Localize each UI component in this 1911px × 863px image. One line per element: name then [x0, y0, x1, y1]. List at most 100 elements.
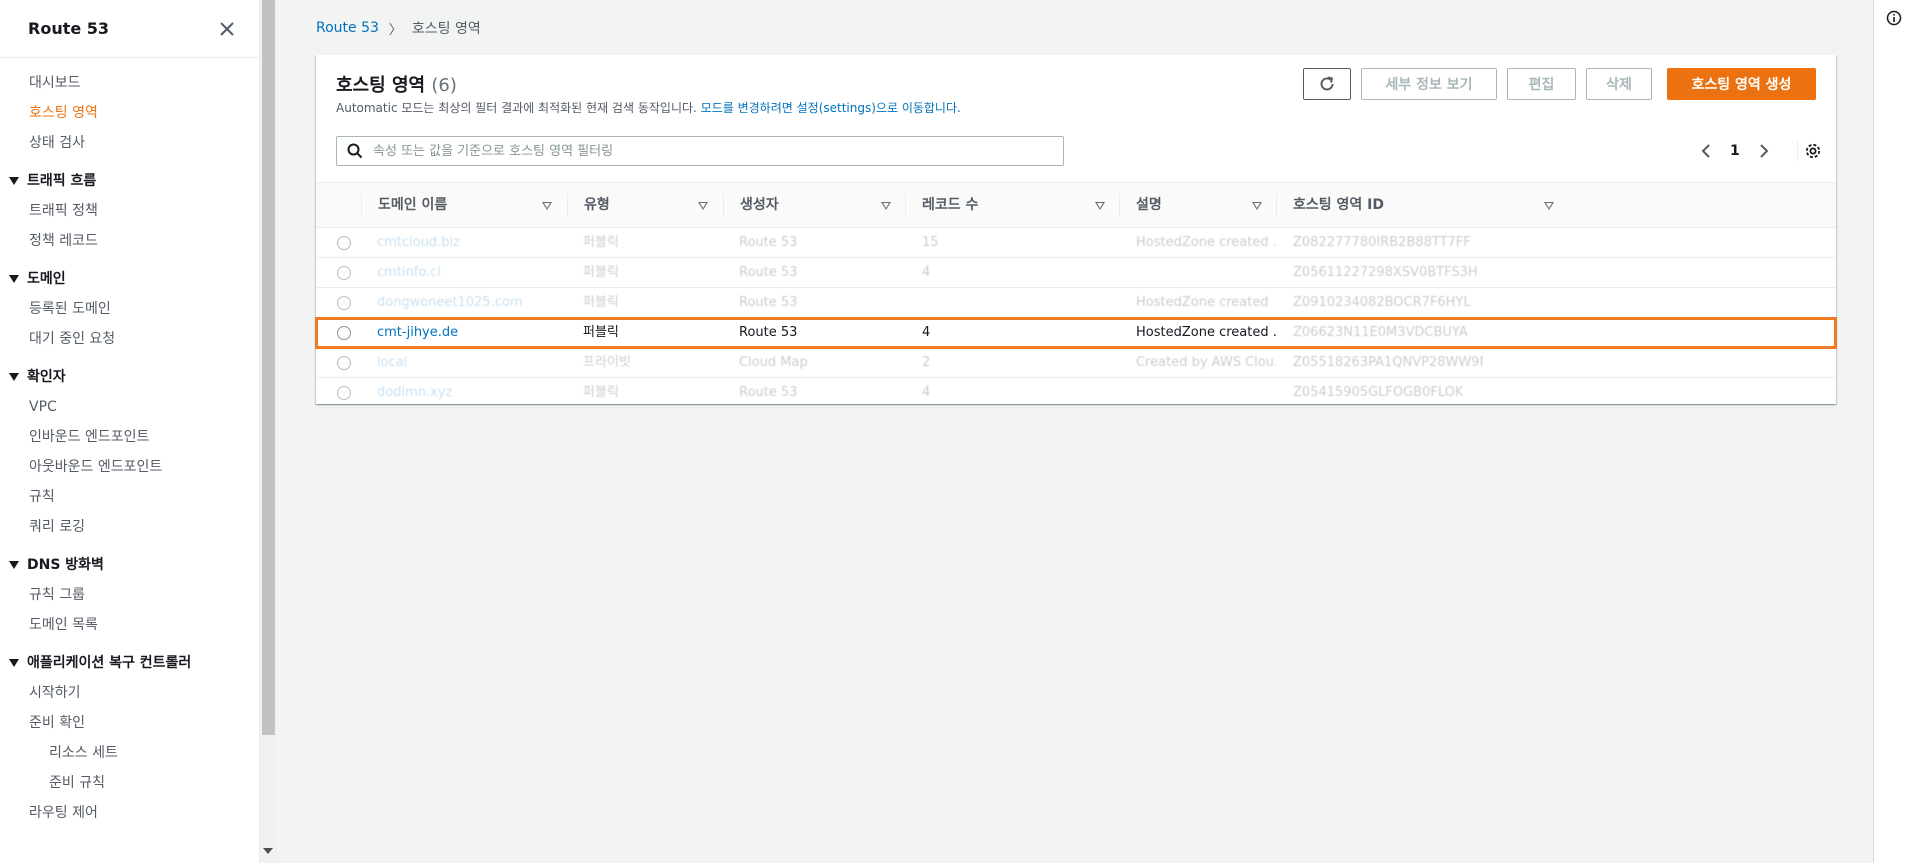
- sidebar-item-20[interactable]: 준비 확인: [0, 708, 259, 738]
- sidebar-section-label: 확인자: [27, 369, 66, 385]
- column-header-0[interactable]: 도메인 이름: [378, 183, 447, 227]
- row-radio-button[interactable]: [337, 386, 351, 400]
- sidebar-item-8[interactable]: 대기 중인 요청: [0, 324, 259, 354]
- sidebar-section-label: 트래픽 흐름: [27, 173, 97, 189]
- panel-title-text: 호스팅 영역: [336, 75, 426, 96]
- table-cell-records: 4: [922, 385, 931, 400]
- table-row[interactable]: dongwoneet1025.com 퍼블릭 Route 53 HostedZone …: [316, 288, 1836, 318]
- caret-down-icon: [9, 275, 19, 283]
- sidebar-nav-list: 대시보드 호스팅 영역 상태 검사트래픽 흐름트래픽 정책 정책 레코드도메인 등록된 …: [0, 58, 259, 828]
- sidebar-item-23[interactable]: 라우팅 제어: [0, 798, 259, 828]
- table-row[interactable]: cmtinfo.cl 퍼블릭 Route 53 4 Z05611227298XSV0BT…: [316, 258, 1836, 288]
- sort-icon[interactable]: [881, 202, 891, 210]
- row-radio-button[interactable]: [337, 326, 351, 340]
- table-row[interactable]: cmtcloud.biz 퍼블릭 Route 53 15 HostedZone crea…: [316, 228, 1836, 258]
- sidebar-item-22[interactable]: 준비 규칙: [0, 768, 259, 798]
- table-row[interactable]: dodimn.xyz 퍼블릭 Route 53 4 Z05415905GLFOGB0FL…: [316, 378, 1836, 408]
- scroll-down-arrow-icon[interactable]: [263, 848, 273, 854]
- domain-link[interactable]: cmt-jihye.de: [377, 318, 567, 348]
- filter-search-box[interactable]: [336, 136, 1064, 166]
- create-hosted-zone-button[interactable]: 호스팅 영역 생성: [1667, 68, 1816, 100]
- table-row[interactable]: cmt-jihye.de 퍼블릭 Route 53 4 HostedZone creat…: [315, 317, 1837, 349]
- table-row[interactable]: local 프라이빗 Cloud Map 2 Created by AWS Clou..…: [316, 348, 1836, 378]
- domain-link[interactable]: cmtinfo.cl: [377, 258, 567, 288]
- gear-icon[interactable]: [1804, 142, 1822, 160]
- sidebar-item-12[interactable]: 아웃바운드 엔드포인트: [0, 452, 259, 482]
- column-divider[interactable]: [361, 193, 362, 217]
- caret-down-icon: [9, 659, 19, 667]
- domain-link[interactable]: dodimn.xyz: [377, 378, 567, 408]
- domain-link[interactable]: dongwoneet1025.com: [377, 288, 567, 318]
- pagination-divider: [1797, 141, 1798, 161]
- sidebar-section-6[interactable]: 도메인: [0, 264, 259, 294]
- caret-down-icon: [9, 561, 19, 569]
- table-cell-zone-id: Z05415905GLFOGB0FLOK: [1293, 385, 1464, 400]
- info-icon[interactable]: [1886, 10, 1902, 26]
- sidebar-item-2[interactable]: 상태 검사: [0, 128, 259, 158]
- breadcrumb-route53-link[interactable]: Route 53: [316, 20, 379, 36]
- sort-icon[interactable]: [1252, 202, 1262, 210]
- sort-icon[interactable]: [1095, 202, 1105, 210]
- settings-mode-link[interactable]: 모드를 변경하려면 설정(settings)으로 이동합니다.: [701, 101, 961, 115]
- help-panel-rail: [1873, 0, 1911, 863]
- caret-down-icon: [9, 177, 19, 185]
- sidebar-item-5[interactable]: 정책 레코드: [0, 226, 259, 256]
- side-navigation: Route 53 대시보드 호스팅 영역 상태 검사트래픽 흐름트래픽 정책 정책 레…: [0, 0, 260, 863]
- sort-icon[interactable]: [1544, 202, 1554, 210]
- refresh-icon: [1320, 76, 1334, 91]
- table-cell-created-by: Cloud Map: [739, 355, 808, 370]
- sidebar-section-15[interactable]: DNS 방화벽: [0, 550, 259, 580]
- sidebar-item-13[interactable]: 규칙: [0, 482, 259, 512]
- view-details-button[interactable]: 세부 정보 보기: [1361, 68, 1497, 100]
- column-header-3[interactable]: 레코드 수: [922, 183, 978, 227]
- row-radio-button[interactable]: [337, 236, 351, 250]
- sidebar-item-10[interactable]: VPC: [0, 392, 259, 422]
- search-input[interactable]: [373, 143, 1053, 159]
- column-divider[interactable]: [567, 193, 568, 217]
- edit-button[interactable]: 편집: [1507, 68, 1576, 100]
- refresh-button[interactable]: [1303, 68, 1351, 100]
- sidebar-item-4[interactable]: 트래픽 정책: [0, 196, 259, 226]
- panel-description-text: Automatic 모드는 최상의 필터 결과에 최적화된 현재 검색 동작입니…: [336, 101, 697, 115]
- breadcrumb-separator-icon: 〉: [388, 22, 402, 38]
- sidebar-item-0[interactable]: 대시보드: [0, 68, 259, 98]
- column-divider[interactable]: [1276, 193, 1277, 217]
- page-number-1[interactable]: 1: [1730, 143, 1740, 159]
- sidebar-section-18[interactable]: 애플리케이션 복구 컨트롤러: [0, 648, 259, 678]
- row-radio-button[interactable]: [337, 266, 351, 280]
- row-radio-button[interactable]: [337, 296, 351, 310]
- table-cell-zone-id: Z05518263PA1QNVP28WW9P: [1293, 355, 1483, 370]
- column-divider[interactable]: [1119, 193, 1120, 217]
- sidebar-section-9[interactable]: 확인자: [0, 362, 259, 392]
- column-divider[interactable]: [723, 193, 724, 217]
- sidebar-item-1[interactable]: 호스팅 영역: [0, 98, 259, 128]
- sidebar-scrollbar-thumb[interactable]: [262, 0, 275, 735]
- domain-link[interactable]: local: [377, 348, 567, 378]
- column-header-4[interactable]: 설명: [1136, 183, 1162, 227]
- chevron-right-icon[interactable]: [1754, 136, 1774, 166]
- delete-button[interactable]: 삭제: [1586, 68, 1652, 100]
- sidebar-item-7[interactable]: 등록된 도메인: [0, 294, 259, 324]
- chevron-left-icon[interactable]: [1696, 136, 1716, 166]
- close-icon[interactable]: [215, 17, 239, 41]
- sidebar-item-14[interactable]: 쿼리 로깅: [0, 512, 259, 542]
- table-cell-zone-id: Z0910234082BOCR7F6HYL: [1293, 295, 1471, 310]
- sort-icon[interactable]: [698, 202, 708, 210]
- column-header-2[interactable]: 생성자: [740, 183, 779, 227]
- table-cell-zone-id: Z082277780IRB2B88TT7FF: [1293, 235, 1471, 250]
- row-radio-button[interactable]: [337, 356, 351, 370]
- domain-link[interactable]: cmtcloud.biz: [377, 228, 567, 258]
- pagination: 1: [1696, 136, 1774, 166]
- sidebar-title[interactable]: Route 53: [28, 19, 109, 38]
- sidebar-item-21[interactable]: 리소스 세트: [0, 738, 259, 768]
- sidebar-item-11[interactable]: 인바운드 엔드포인트: [0, 422, 259, 452]
- sort-icon[interactable]: [542, 202, 552, 210]
- sidebar-section-3[interactable]: 트래픽 흐름: [0, 166, 259, 196]
- sidebar-item-19[interactable]: 시작하기: [0, 678, 259, 708]
- column-header-1[interactable]: 유형: [584, 183, 610, 227]
- column-header-5[interactable]: 호스팅 영역 ID: [1293, 183, 1384, 227]
- column-divider[interactable]: [905, 193, 906, 217]
- sidebar-item-16[interactable]: 규칙 그룹: [0, 580, 259, 610]
- sidebar-item-17[interactable]: 도메인 목록: [0, 610, 259, 640]
- table-cell-description: HostedZone created ...: [1136, 235, 1276, 250]
